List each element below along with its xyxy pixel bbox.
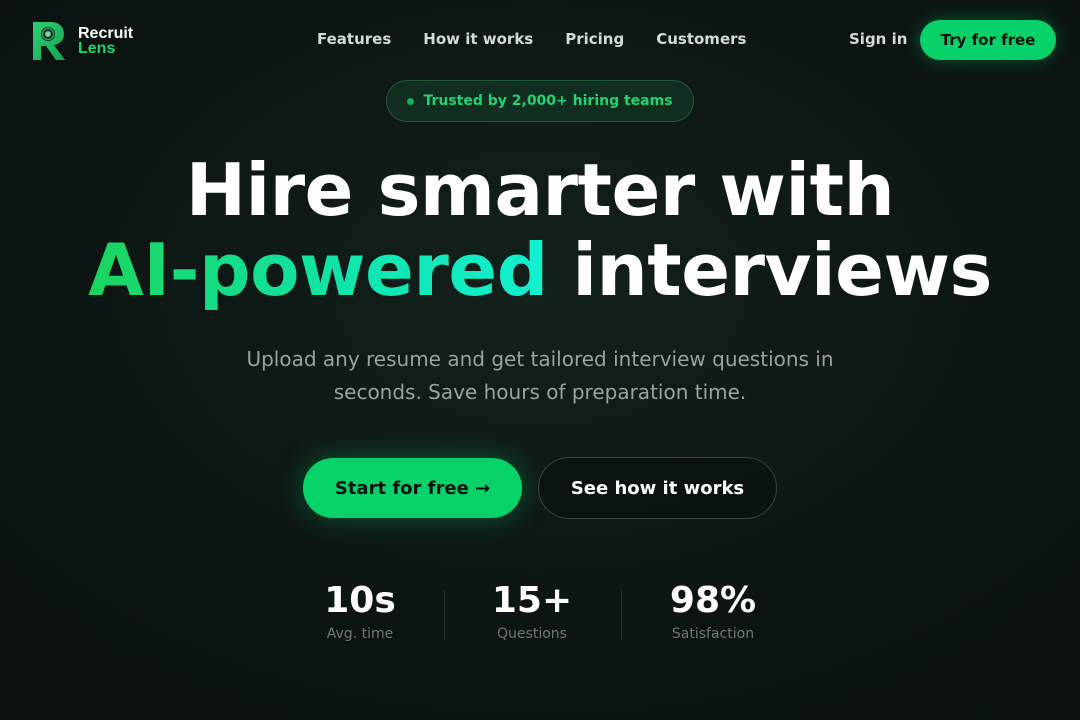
stat-value: 98% [669,580,757,621]
try-for-free-button[interactable]: Try for free [920,20,1056,60]
start-for-free-button[interactable]: Start for free → [303,458,522,518]
brand-name-line2: Lens [78,40,116,57]
brand-logo[interactable]: Recruit Lens [32,21,133,61]
stat-label: Questions [497,626,567,642]
stat-divider [621,590,622,640]
hero-headline-highlight: AI-powered [88,228,548,312]
trust-badge-text: Trusted by 2,000+ hiring teams [423,93,673,109]
top-nav: Recruit Lens Features How it works Prici… [0,0,1080,80]
nav-link-customers[interactable]: Customers [656,30,746,48]
stat-avg-time: 10s Avg. time [305,580,415,642]
brand-name: Recruit Lens [78,25,134,57]
nav-link-features[interactable]: Features [317,30,391,48]
logo-r-icon [32,21,66,61]
stat-value: 15+ [491,580,573,621]
stat-label: Avg. time [326,626,394,642]
see-how-it-works-button[interactable]: See how it works [538,457,777,519]
hero-section: Hire smarter with AI-powered interviews [0,150,1080,310]
hero-subtitle-line1: Upload any resume and get tailored inter… [246,347,834,371]
hero-subtitle-line2: seconds. Save hours of preparation time. [333,380,747,404]
hero-subtitle: Upload any resume and get tailored inter… [0,343,1080,409]
status-dot-icon [407,97,415,105]
brand-name-line1: Recruit [78,25,134,42]
hero-headline-line1: Hire smarter with [185,148,895,232]
stat-value: 10s [324,580,396,621]
sign-in-link[interactable]: Sign in [849,30,907,48]
stat-divider [444,590,445,640]
trust-badge: Trusted by 2,000+ hiring teams [386,80,694,122]
nav-link-how-it-works[interactable]: How it works [423,30,533,48]
hero-headline-rest: interviews [547,228,992,312]
nav-link-pricing[interactable]: Pricing [565,30,624,48]
stat-satisfaction: 98% Satisfaction [653,580,773,642]
nav-links: Features How it works Pricing Customers [317,30,778,48]
hero-headline: Hire smarter with AI-powered interviews [0,150,1080,310]
stat-questions: 15+ Questions [477,580,587,642]
stat-label: Satisfaction [671,626,755,642]
